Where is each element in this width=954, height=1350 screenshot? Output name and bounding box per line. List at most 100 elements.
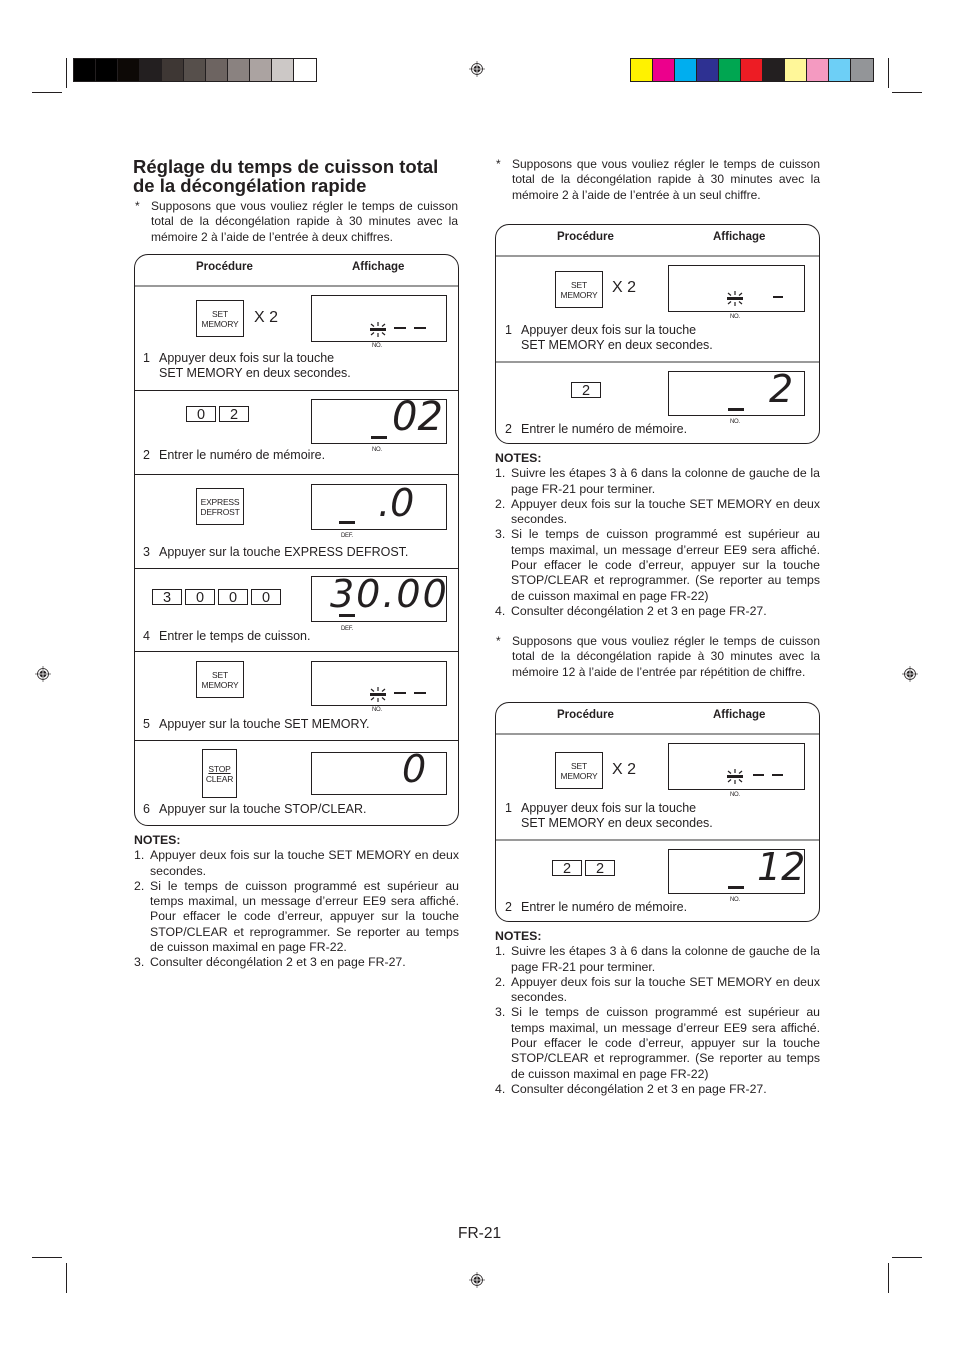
color-swatch bbox=[763, 59, 785, 81]
color-swatch bbox=[162, 59, 184, 81]
digit-keys: 2 bbox=[571, 382, 601, 399]
note-item: 2. Appuyer deux fois sur la touche SET ME… bbox=[495, 975, 820, 1006]
lcd-underscore bbox=[339, 521, 355, 524]
crop-mark bbox=[888, 1263, 889, 1293]
lcd-indicator-label: NO. bbox=[730, 792, 740, 798]
procedure-step: STOP CLEAR 0 6 Appuyer sur la touche STOP/… bbox=[135, 741, 458, 827]
note-text: Si le temps de cuisson programmé est sup… bbox=[511, 1005, 820, 1081]
intro-text: Supposons que vous vouliez régler le tem… bbox=[512, 157, 820, 202]
lcd-display: 2 bbox=[668, 367, 805, 416]
procedure-table: Procédure Affichage SET MEMORY X 2 NO. 1A… bbox=[495, 224, 820, 444]
note-number: 4. bbox=[495, 1081, 506, 1096]
crop-mark bbox=[892, 1257, 922, 1258]
column-header-display: Affichage bbox=[352, 261, 405, 273]
lcd-dash bbox=[414, 692, 426, 694]
note-item: 1. Suivre les étapes 3 à 6 dans la colonn… bbox=[495, 466, 820, 497]
lcd-digits: 02 bbox=[392, 394, 443, 440]
lcd-digits: 12 bbox=[757, 845, 806, 889]
table-header: Procédure Affichage bbox=[496, 225, 819, 257]
procedure-step: 2 2 12 NO. 2 Entrer le numéro de mémoire. bbox=[496, 841, 819, 923]
procedure-step: SET MEMORY X 2 NO. 1 Appuyer deux fois sur… bbox=[135, 287, 458, 391]
crop-mark bbox=[66, 58, 67, 88]
column-header-display: Affichage bbox=[713, 231, 766, 243]
table-header: Procédure Affichage bbox=[496, 703, 819, 735]
intro-text: Supposons que vous vouliez régler le tem… bbox=[512, 634, 820, 679]
note-item: 2. Appuyer deux fois sur la touche SET ME… bbox=[495, 497, 820, 528]
note-text: Suivre les étapes 3 à 6 dans la colonne … bbox=[511, 466, 820, 496]
lcd-dash bbox=[414, 327, 426, 329]
registration-mark-icon bbox=[469, 1272, 485, 1288]
note-item: 3. Consulter décongélation 2 et 3 en page… bbox=[134, 955, 459, 970]
crop-mark bbox=[892, 92, 922, 93]
color-swatch bbox=[74, 59, 96, 81]
lcd-digits: .0 bbox=[378, 481, 415, 525]
color-swatch bbox=[250, 59, 272, 81]
digit-key: 0 bbox=[186, 406, 216, 423]
color-swatch bbox=[294, 59, 316, 81]
lcd-display: 30.00 bbox=[311, 572, 447, 622]
notes-title: NOTES: bbox=[495, 929, 542, 943]
lcd-display bbox=[668, 743, 805, 790]
digit-key: 3 bbox=[152, 589, 182, 606]
asterisk: * bbox=[496, 157, 501, 171]
note-item: 1. Suivre les étapes 3 à 6 dans la colonn… bbox=[495, 944, 820, 975]
color-swatch bbox=[829, 59, 851, 81]
color-swatch bbox=[206, 59, 228, 81]
color-swatch bbox=[807, 59, 829, 81]
notes-section: NOTES: 1. Suivre les étapes 3 à 6 dans la… bbox=[495, 451, 820, 619]
intro-paragraph: * Supposons que vous vouliez régler le t… bbox=[496, 634, 820, 680]
note-text: Si le temps de cuisson programmé est sup… bbox=[150, 878, 459, 955]
procedure-step: SET MEMORY X 2 NO. 1 Appuyer deux fois sur… bbox=[496, 257, 819, 363]
note-number: 3. bbox=[495, 1005, 506, 1020]
color-swatch bbox=[653, 59, 675, 81]
lcd-dash bbox=[394, 692, 406, 694]
lcd-indicator-label: NO. bbox=[730, 314, 740, 320]
digit-keys: 2 2 bbox=[552, 860, 615, 877]
digit-key: 2 bbox=[571, 382, 601, 399]
registration-mark-icon bbox=[469, 61, 485, 77]
step-instruction: 1 Appuyer deux fois sur la touche SET MEM… bbox=[505, 323, 713, 352]
note-number: 1. bbox=[495, 466, 506, 481]
note-number: 2. bbox=[495, 496, 506, 511]
notes-title: NOTES: bbox=[134, 833, 181, 847]
procedure-table: Procédure Affichage SET MEMORY X 2 NO. 1A… bbox=[134, 254, 459, 826]
note-number: 2. bbox=[134, 878, 145, 893]
procedure-table: Procédure Affichage SET MEMORY X 2 NO. 1A… bbox=[495, 702, 820, 922]
note-item: 4. Consulter décongélation 2 et 3 en page… bbox=[495, 604, 820, 619]
lcd-underscore bbox=[728, 886, 744, 889]
lcd-digits: 30.00 bbox=[330, 572, 449, 616]
notes-list: 1. Suivre les étapes 3 à 6 dans la colonn… bbox=[495, 466, 820, 619]
lcd-indicator-label: DEF. bbox=[341, 533, 353, 539]
lcd-indicator-label: NO. bbox=[372, 707, 382, 713]
digit-keys: 3 0 0 0 bbox=[152, 589, 281, 606]
step-instruction: 2 Entrer le numéro de mémoire. bbox=[505, 422, 688, 436]
crop-mark bbox=[32, 1257, 62, 1258]
lcd-digits: 0 bbox=[402, 747, 427, 791]
step-instruction: 2 Entrer le numéro de mémoire. bbox=[143, 448, 326, 462]
lcd-display: 02 bbox=[311, 394, 447, 444]
lcd-underscore bbox=[728, 408, 744, 411]
note-text: Suivre les étapes 3 à 6 dans la colonne … bbox=[511, 944, 820, 974]
lcd-display bbox=[311, 295, 447, 342]
note-item: 4. Consulter décongélation 2 et 3 en page… bbox=[495, 1082, 820, 1097]
intro-paragraph: * Supposons que vous vouliez régler le t… bbox=[135, 199, 458, 245]
note-number: 1. bbox=[134, 848, 145, 863]
color-swatch bbox=[741, 59, 763, 81]
lcd-indicator-label: NO. bbox=[730, 897, 740, 903]
note-text: Appuyer deux fois sur la touche SET MEMO… bbox=[511, 496, 820, 527]
intro-paragraph: * Supposons que vous vouliez régler le t… bbox=[496, 157, 820, 203]
color-swatch bbox=[719, 59, 741, 81]
express-defrost-key: EXPRESS DEFROST bbox=[196, 488, 244, 525]
lcd-digits: 2 bbox=[769, 367, 794, 411]
note-text: Consulter décongélation 2 et 3 en page F… bbox=[511, 1081, 767, 1096]
step-instruction: 5 Appuyer sur la touche SET MEMORY. bbox=[143, 717, 370, 731]
section-title: Réglage du temps de cuisson total de la … bbox=[133, 156, 439, 196]
press-count: X 2 bbox=[612, 279, 637, 296]
lcd-dash bbox=[772, 774, 783, 776]
note-number: 4. bbox=[495, 603, 506, 618]
procedure-step: 3 0 0 0 30.00 DEF. 4 Entrer le temps de c… bbox=[135, 569, 458, 652]
color-swatch bbox=[118, 59, 140, 81]
step-instruction: 1 Appuyer deux fois sur la touche SET MEM… bbox=[505, 801, 713, 830]
registration-mark-icon bbox=[902, 666, 918, 682]
note-text: Appuyer deux fois sur la touche SET MEMO… bbox=[150, 848, 459, 878]
